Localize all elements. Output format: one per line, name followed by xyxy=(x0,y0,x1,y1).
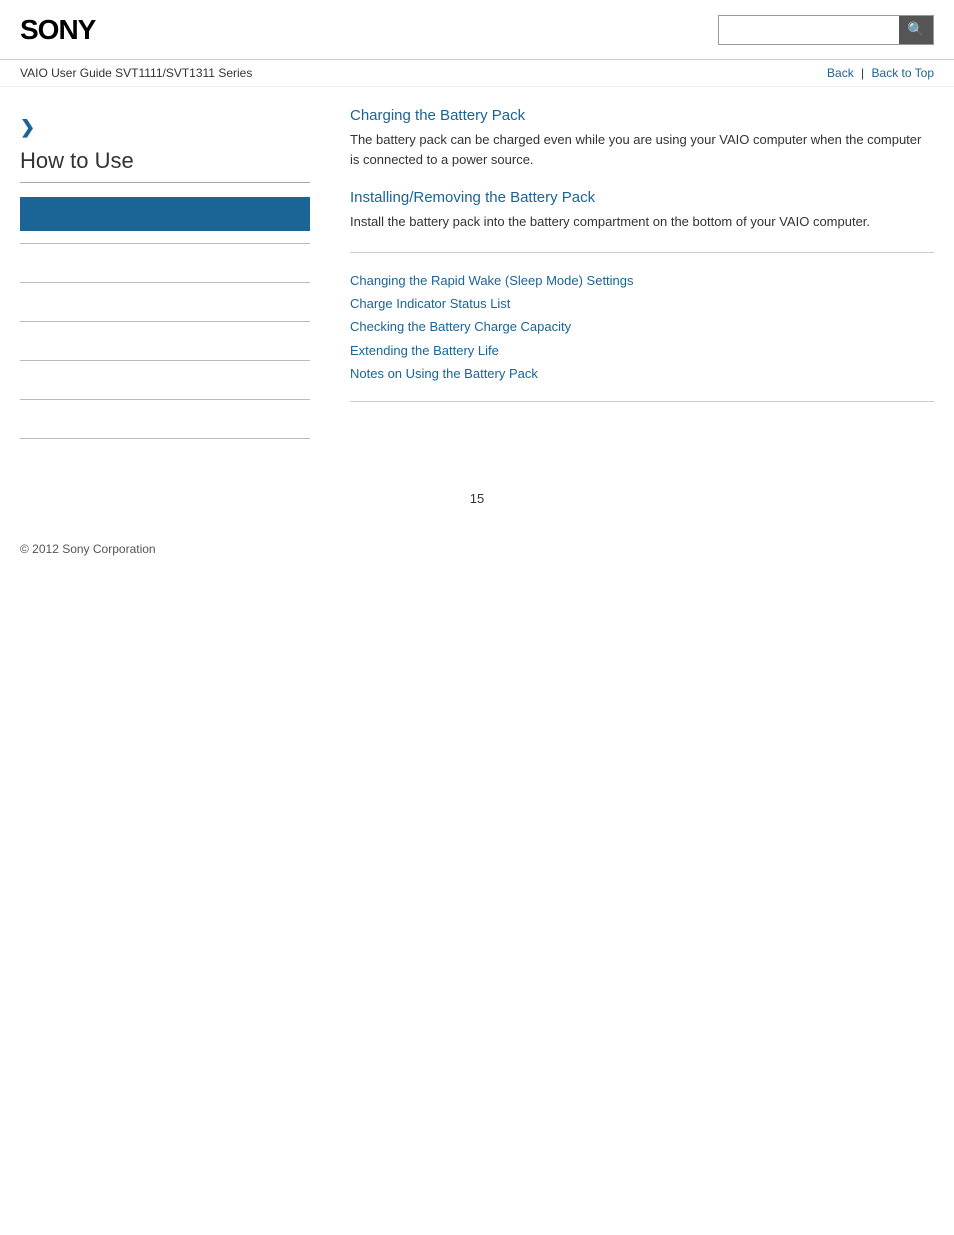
nav-separator: | xyxy=(861,66,864,80)
sidebar-divider-2 xyxy=(20,282,310,283)
search-input[interactable] xyxy=(719,16,899,44)
sidebar-blank-1 xyxy=(20,256,310,270)
content-area: Charging the Battery Pack The battery pa… xyxy=(330,107,934,451)
page-number: 15 xyxy=(0,471,954,526)
sidebar-divider-6 xyxy=(20,438,310,439)
sidebar-blank-5 xyxy=(20,412,310,426)
installing-section: Installing/Removing the Battery Pack Ins… xyxy=(350,189,934,232)
footer: © 2012 Sony Corporation xyxy=(0,526,954,572)
sony-logo: SONY xyxy=(20,14,95,46)
guide-title: VAIO User Guide SVT1111/SVT1311 Series xyxy=(20,66,252,80)
link-extending-life[interactable]: Extending the Battery Life xyxy=(350,339,934,362)
main-content: ❯ How to Use Charging the Battery Pack T… xyxy=(0,87,954,471)
content-divider xyxy=(350,252,934,253)
charging-title-link[interactable]: Charging the Battery Pack xyxy=(350,107,934,124)
installing-description: Install the battery pack into the batter… xyxy=(350,212,934,232)
charging-section: Charging the Battery Pack The battery pa… xyxy=(350,107,934,169)
sidebar-chevron-icon[interactable]: ❯ xyxy=(20,117,310,138)
sidebar-blank-3 xyxy=(20,334,310,348)
sidebar-divider-3 xyxy=(20,321,310,322)
link-rapid-wake[interactable]: Changing the Rapid Wake (Sleep Mode) Set… xyxy=(350,269,934,292)
link-checking-charge[interactable]: Checking the Battery Charge Capacity xyxy=(350,315,934,338)
sidebar: ❯ How to Use xyxy=(20,107,330,451)
sidebar-title: How to Use xyxy=(20,148,310,183)
sidebar-divider-1 xyxy=(20,243,310,244)
back-to-top-link[interactable]: Back to Top xyxy=(872,66,934,80)
back-link[interactable]: Back xyxy=(827,66,854,80)
header: SONY 🔍 xyxy=(0,0,954,60)
copyright-text: © 2012 Sony Corporation xyxy=(20,542,156,556)
installing-title-link[interactable]: Installing/Removing the Battery Pack xyxy=(350,189,934,206)
charging-description: The battery pack can be charged even whi… xyxy=(350,130,934,169)
link-charge-indicator[interactable]: Charge Indicator Status List xyxy=(350,292,934,315)
search-box: 🔍 xyxy=(718,15,934,45)
nav-links: Back | Back to Top xyxy=(827,66,934,80)
search-icon: 🔍 xyxy=(907,21,924,38)
sidebar-divider-4 xyxy=(20,360,310,361)
sidebar-blank-2 xyxy=(20,295,310,309)
content-divider-2 xyxy=(350,401,934,402)
sub-header: VAIO User Guide SVT1111/SVT1311 Series B… xyxy=(0,60,954,87)
search-button[interactable]: 🔍 xyxy=(899,16,933,44)
link-notes-battery[interactable]: Notes on Using the Battery Pack xyxy=(350,362,934,385)
small-links-section: Changing the Rapid Wake (Sleep Mode) Set… xyxy=(350,269,934,386)
sidebar-active-item[interactable] xyxy=(20,197,310,231)
sidebar-blank-4 xyxy=(20,373,310,387)
sidebar-divider-5 xyxy=(20,399,310,400)
